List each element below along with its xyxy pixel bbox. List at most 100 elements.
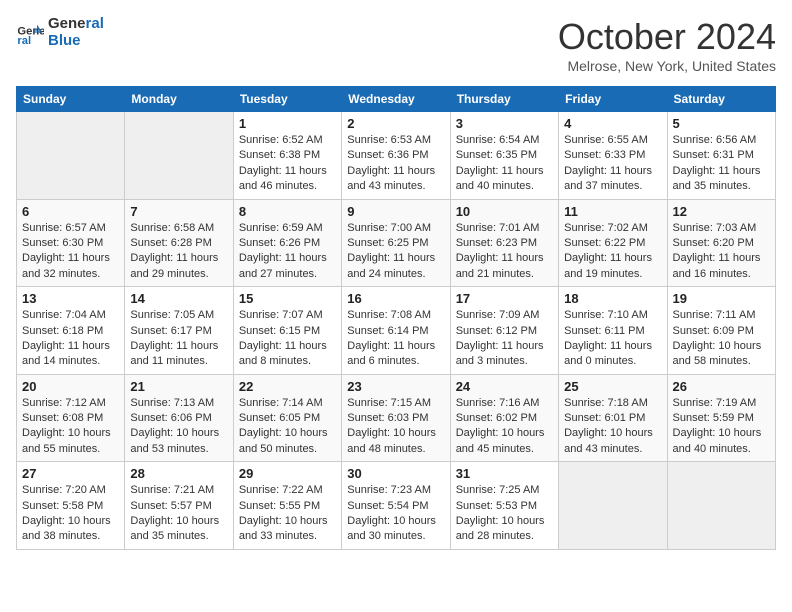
day-info: Sunset: 6:33 PM bbox=[564, 148, 661, 163]
day-info: Sunset: 5:57 PM bbox=[130, 499, 227, 514]
calendar-cell: 12Sunrise: 7:03 AMSunset: 6:20 PMDayligh… bbox=[667, 199, 775, 287]
day-info: Sunset: 6:11 PM bbox=[564, 324, 661, 339]
calendar-cell: 25Sunrise: 7:18 AMSunset: 6:01 PMDayligh… bbox=[559, 374, 667, 462]
day-info: Sunrise: 6:54 AM bbox=[456, 133, 553, 148]
logo: Gene ral General Blue bbox=[16, 16, 104, 49]
day-info: Sunrise: 7:16 AM bbox=[456, 396, 553, 411]
day-number: 24 bbox=[456, 379, 553, 394]
day-info: Sunrise: 7:12 AM bbox=[22, 396, 119, 411]
day-info: Daylight: 10 hours and 35 minutes. bbox=[130, 514, 227, 545]
day-number: 8 bbox=[239, 204, 336, 219]
day-info: Sunset: 6:20 PM bbox=[673, 236, 770, 251]
day-number: 30 bbox=[347, 466, 444, 481]
day-number: 4 bbox=[564, 116, 661, 131]
day-number: 25 bbox=[564, 379, 661, 394]
col-thursday: Thursday bbox=[450, 87, 558, 112]
day-number: 1 bbox=[239, 116, 336, 131]
calendar-cell: 20 Sunrise: 7:12 AMSunset: 6:08 PMDayligh… bbox=[17, 374, 125, 462]
day-info: Daylight: 11 hours and 27 minutes. bbox=[239, 251, 336, 282]
day-info: Sunrise: 7:01 AM bbox=[456, 221, 553, 236]
day-info: Daylight: 10 hours and 40 minutes. bbox=[673, 426, 770, 457]
day-number: 10 bbox=[456, 204, 553, 219]
col-tuesday: Tuesday bbox=[233, 87, 341, 112]
day-info: Daylight: 11 hours and 6 minutes. bbox=[347, 339, 444, 370]
day-info: Sunrise: 7:20 AM bbox=[22, 483, 119, 498]
calendar-cell: 23Sunrise: 7:15 AMSunset: 6:03 PMDayligh… bbox=[342, 374, 450, 462]
calendar-cell: 4Sunrise: 6:55 AMSunset: 6:33 PMDaylight… bbox=[559, 112, 667, 200]
day-info: Sunrise: 6:57 AM bbox=[22, 221, 119, 236]
calendar-cell: 13Sunrise: 7:04 AMSunset: 6:18 PMDayligh… bbox=[17, 287, 125, 375]
calendar-cell: 5Sunrise: 6:56 AMSunset: 6:31 PMDaylight… bbox=[667, 112, 775, 200]
day-number: 28 bbox=[130, 466, 227, 481]
day-info: Sunset: 6:30 PM bbox=[22, 236, 119, 251]
calendar-cell: 15 Sunrise: 7:07 AMSunset: 6:15 PMDayligh… bbox=[233, 287, 341, 375]
day-info: Daylight: 11 hours and 0 minutes. bbox=[564, 339, 661, 370]
day-number: 5 bbox=[673, 116, 770, 131]
day-info: Daylight: 11 hours and 24 minutes. bbox=[347, 251, 444, 282]
calendar-cell: 11Sunrise: 7:02 AMSunset: 6:22 PMDayligh… bbox=[559, 199, 667, 287]
logo-line2: Blue bbox=[48, 33, 104, 50]
day-info: Daylight: 10 hours and 50 minutes. bbox=[239, 426, 336, 457]
day-info: Sunrise: 6:56 AM bbox=[673, 133, 770, 148]
day-info: Daylight: 11 hours and 16 minutes. bbox=[673, 251, 770, 282]
day-info: Sunset: 6:12 PM bbox=[456, 324, 553, 339]
day-info: Sunrise: 7:10 AM bbox=[564, 308, 661, 323]
day-number: 2 bbox=[347, 116, 444, 131]
day-number: 3 bbox=[456, 116, 553, 131]
day-info: Sunset: 6:18 PM bbox=[22, 324, 119, 339]
day-number: 11 bbox=[564, 204, 661, 219]
day-info: Daylight: 11 hours and 29 minutes. bbox=[130, 251, 227, 282]
day-number: 14 bbox=[130, 291, 227, 306]
day-info: Sunset: 6:15 PM bbox=[239, 324, 336, 339]
calendar-cell: 7Sunrise: 6:58 AMSunset: 6:28 PMDaylight… bbox=[125, 199, 233, 287]
day-info: Sunrise: 7:14 AM bbox=[239, 396, 336, 411]
calendar-cell: 24Sunrise: 7:16 AMSunset: 6:02 PMDayligh… bbox=[450, 374, 558, 462]
calendar-cell: 9Sunrise: 7:00 AMSunset: 6:25 PMDaylight… bbox=[342, 199, 450, 287]
location: Melrose, New York, United States bbox=[558, 58, 776, 74]
day-info: Sunset: 6:01 PM bbox=[564, 411, 661, 426]
day-info: Daylight: 11 hours and 35 minutes. bbox=[673, 164, 770, 195]
day-info: Sunrise: 7:09 AM bbox=[456, 308, 553, 323]
day-number: 15 bbox=[239, 291, 336, 306]
day-number: 27 bbox=[22, 466, 119, 481]
day-info: Sunrise: 7:13 AM bbox=[130, 396, 227, 411]
day-info: Daylight: 10 hours and 58 minutes. bbox=[673, 339, 770, 370]
day-info: Daylight: 10 hours and 53 minutes. bbox=[130, 426, 227, 457]
calendar-table: Sunday Monday Tuesday Wednesday Thursday… bbox=[16, 86, 776, 550]
col-wednesday: Wednesday bbox=[342, 87, 450, 112]
day-info: Sunset: 5:53 PM bbox=[456, 499, 553, 514]
day-info: Daylight: 10 hours and 38 minutes. bbox=[22, 514, 119, 545]
day-info: Daylight: 10 hours and 33 minutes. bbox=[239, 514, 336, 545]
calendar-cell: 30Sunrise: 7:23 AMSunset: 5:54 PMDayligh… bbox=[342, 462, 450, 550]
day-info: Sunrise: 7:04 AM bbox=[22, 308, 119, 323]
day-info: Daylight: 10 hours and 55 minutes. bbox=[22, 426, 119, 457]
calendar-week-row: 13Sunrise: 7:04 AMSunset: 6:18 PMDayligh… bbox=[17, 287, 776, 375]
day-number: 20 bbox=[22, 379, 119, 394]
day-number: 18 bbox=[564, 291, 661, 306]
day-info: Sunset: 6:38 PM bbox=[239, 148, 336, 163]
day-number: 9 bbox=[347, 204, 444, 219]
day-info: Sunrise: 7:15 AM bbox=[347, 396, 444, 411]
day-info: Daylight: 10 hours and 45 minutes. bbox=[456, 426, 553, 457]
calendar-cell: 2Sunrise: 6:53 AMSunset: 6:36 PMDaylight… bbox=[342, 112, 450, 200]
day-info: Daylight: 11 hours and 43 minutes. bbox=[347, 164, 444, 195]
day-info: Daylight: 10 hours and 28 minutes. bbox=[456, 514, 553, 545]
day-info: Sunset: 5:55 PM bbox=[239, 499, 336, 514]
day-info: Sunset: 5:59 PM bbox=[673, 411, 770, 426]
day-info: Sunrise: 7:02 AM bbox=[564, 221, 661, 236]
day-number: 19 bbox=[673, 291, 770, 306]
day-info: Sunrise: 7:19 AM bbox=[673, 396, 770, 411]
day-info: Sunset: 6:08 PM bbox=[22, 411, 119, 426]
day-info: Sunrise: 6:53 AM bbox=[347, 133, 444, 148]
col-monday: Monday bbox=[125, 87, 233, 112]
day-info: Sunrise: 7:07 AM bbox=[239, 308, 336, 323]
day-info: Sunrise: 7:25 AM bbox=[456, 483, 553, 498]
calendar-cell: 27Sunrise: 7:20 AMSunset: 5:58 PMDayligh… bbox=[17, 462, 125, 550]
day-info: Sunset: 6:23 PM bbox=[456, 236, 553, 251]
day-info: Sunrise: 6:52 AM bbox=[239, 133, 336, 148]
day-info: Sunset: 6:03 PM bbox=[347, 411, 444, 426]
day-info: Sunset: 6:22 PM bbox=[564, 236, 661, 251]
day-info: Sunset: 6:35 PM bbox=[456, 148, 553, 163]
calendar-cell: 26Sunrise: 7:19 AMSunset: 5:59 PMDayligh… bbox=[667, 374, 775, 462]
day-info: Daylight: 11 hours and 8 minutes. bbox=[239, 339, 336, 370]
